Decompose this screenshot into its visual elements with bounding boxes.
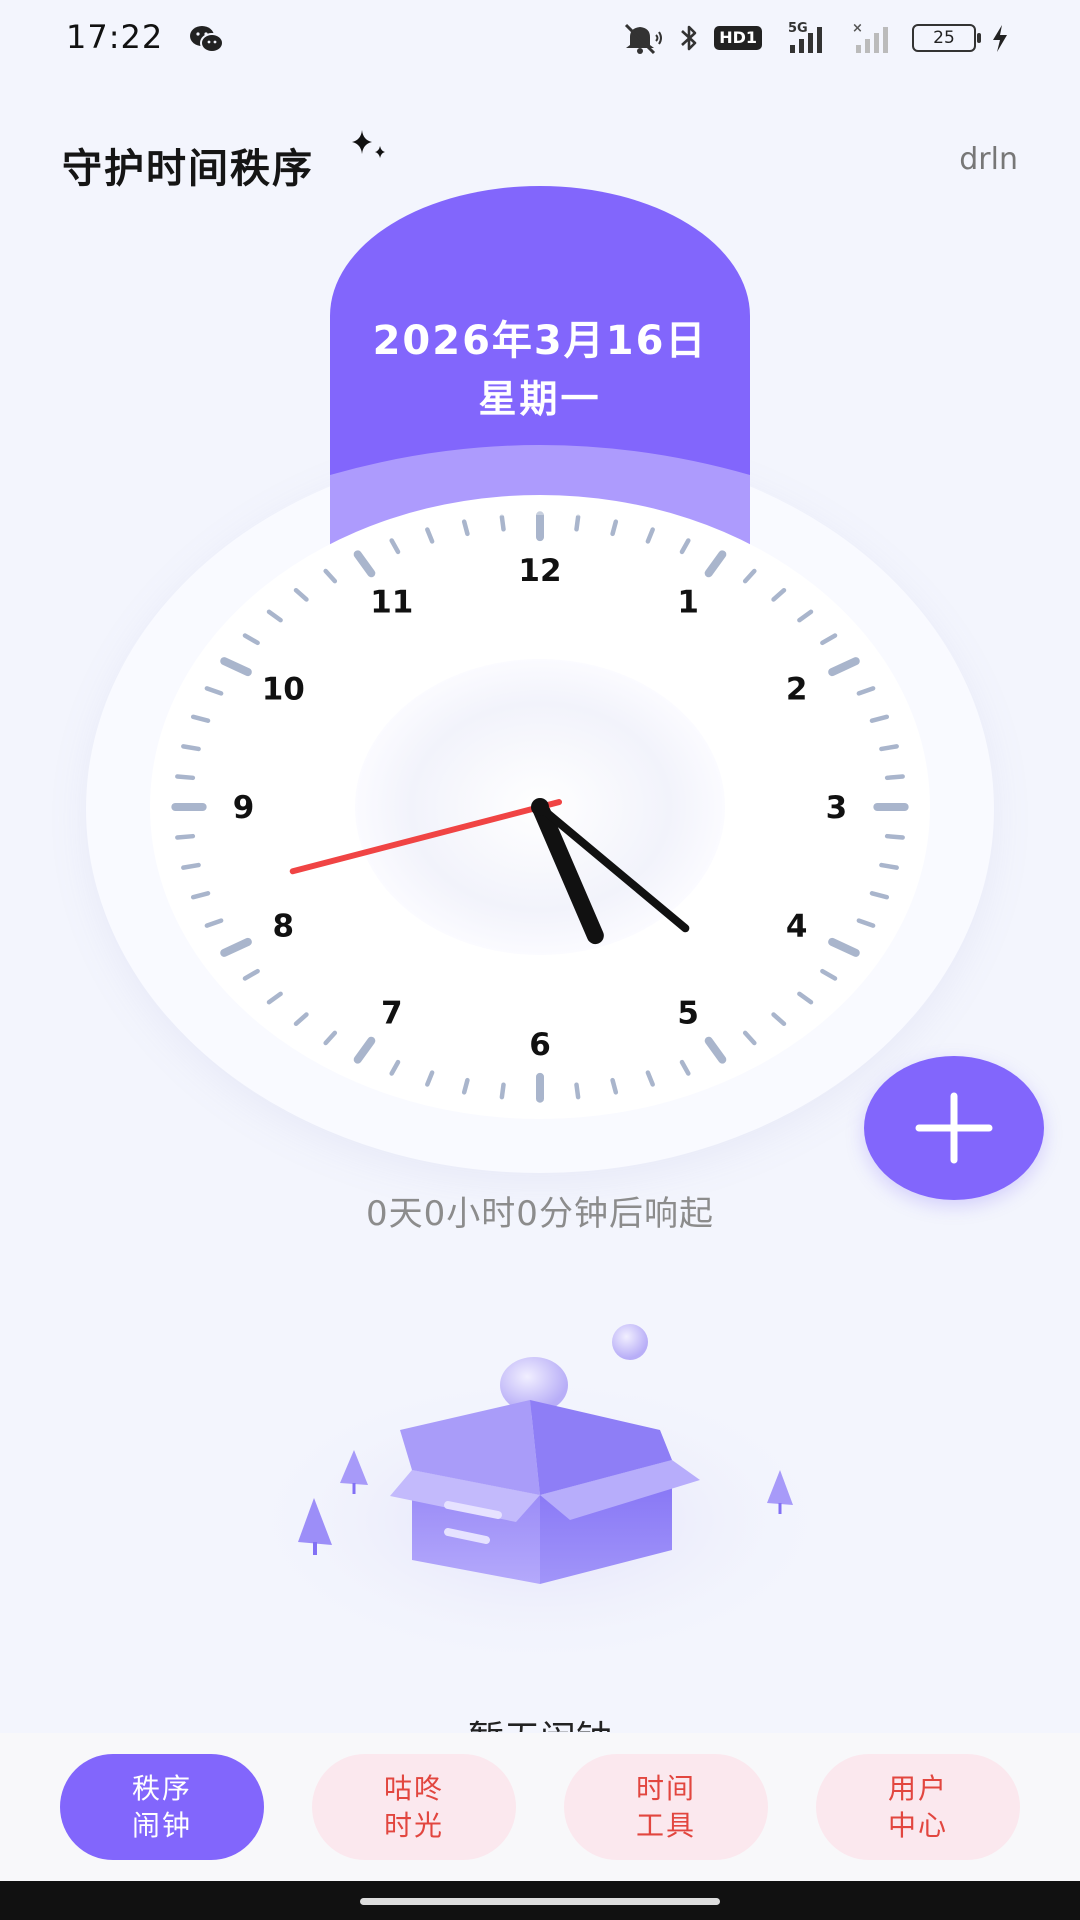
nav-label-line2: 闹钟 [131, 1809, 192, 1842]
nav-tools-tab[interactable]: 时间 工具 [564, 1754, 768, 1860]
minute-tick [879, 862, 899, 870]
nav-label-line1: 秩序 [131, 1772, 192, 1805]
empty-state-text: 暂无闹钟 [0, 1710, 1080, 1732]
charging-icon [993, 25, 1007, 52]
nav-label-line2: 工具 [635, 1809, 696, 1842]
minute-tick [884, 774, 905, 781]
signal-2-icon: × [852, 21, 888, 53]
hd-badge: HD1 [714, 26, 762, 50]
nav-label-line1: 用户 [887, 1772, 948, 1805]
nav-label-line2: 中心 [887, 1809, 948, 1842]
sparkle-icon [352, 130, 385, 158]
plus-icon [915, 1092, 993, 1164]
minute-tick [181, 862, 201, 870]
svg-text:×: × [852, 21, 863, 36]
bluetooth-icon [681, 25, 697, 51]
analog-clock: 121234567891011 [150, 495, 930, 1119]
clock-center-dot [531, 798, 549, 816]
battery-indicator: 25 [912, 24, 981, 52]
status-bar: 17:22 HD1 5G × 25 [0, 0, 1080, 80]
bottom-nav: 秩序 闹钟 咕咚 时光 时间 工具 用户 中心 [0, 1733, 1080, 1881]
minute-tick [175, 833, 196, 840]
minute-tick [499, 1082, 506, 1100]
clock-number: 1 [677, 585, 699, 621]
nav-label-line2: 时光 [383, 1809, 444, 1842]
clock-number: 12 [518, 553, 561, 589]
nav-gudong-tab[interactable]: 咕咚 时光 [312, 1754, 516, 1860]
svg-text:5G: 5G [788, 21, 808, 36]
nav-alarm-tab[interactable]: 秩序 闹钟 [60, 1754, 264, 1860]
clock-number: 5 [677, 995, 699, 1031]
clock-number: 4 [786, 909, 808, 945]
minute-tick [574, 1082, 581, 1100]
page-title: 守护时间秩序 [62, 146, 314, 192]
weekday-text: 星期一 [478, 377, 602, 421]
date-text: 2026年3月16日 [372, 318, 708, 364]
nav-label-line1: 咕咚 [383, 1772, 444, 1805]
clock-number: 2 [786, 671, 808, 707]
clock-number: 6 [529, 1027, 551, 1063]
ring-overlay [330, 445, 750, 545]
clock-number: 3 [826, 790, 848, 826]
wechat-icon [190, 26, 224, 53]
add-alarm-button[interactable] [864, 1056, 1044, 1200]
clock-number: 7 [381, 995, 403, 1031]
home-indicator[interactable] [360, 1898, 720, 1905]
mute-icon [625, 23, 663, 55]
empty-box-icon [240, 1324, 840, 1670]
system-nav-bar [0, 1881, 1080, 1920]
nav-user-tab[interactable]: 用户 中心 [816, 1754, 1020, 1860]
minute-tick [884, 833, 905, 840]
status-icons: HD1 5G × 25 [620, 20, 1010, 56]
signal-icon: 5G [788, 21, 822, 53]
clock-number: 8 [273, 909, 295, 945]
nav-label-line1: 时间 [635, 1772, 696, 1805]
minute-tick [461, 1077, 470, 1095]
status-time: 17:22 [66, 18, 164, 56]
clock-number: 10 [262, 671, 305, 707]
minute-tick [879, 744, 899, 752]
user-name[interactable]: drln [959, 142, 1018, 177]
minute-tick [175, 774, 196, 781]
clock-number: 9 [233, 790, 255, 826]
minute-tick [610, 1077, 619, 1095]
minute-tick [181, 744, 201, 752]
clock-number: 11 [370, 585, 413, 621]
